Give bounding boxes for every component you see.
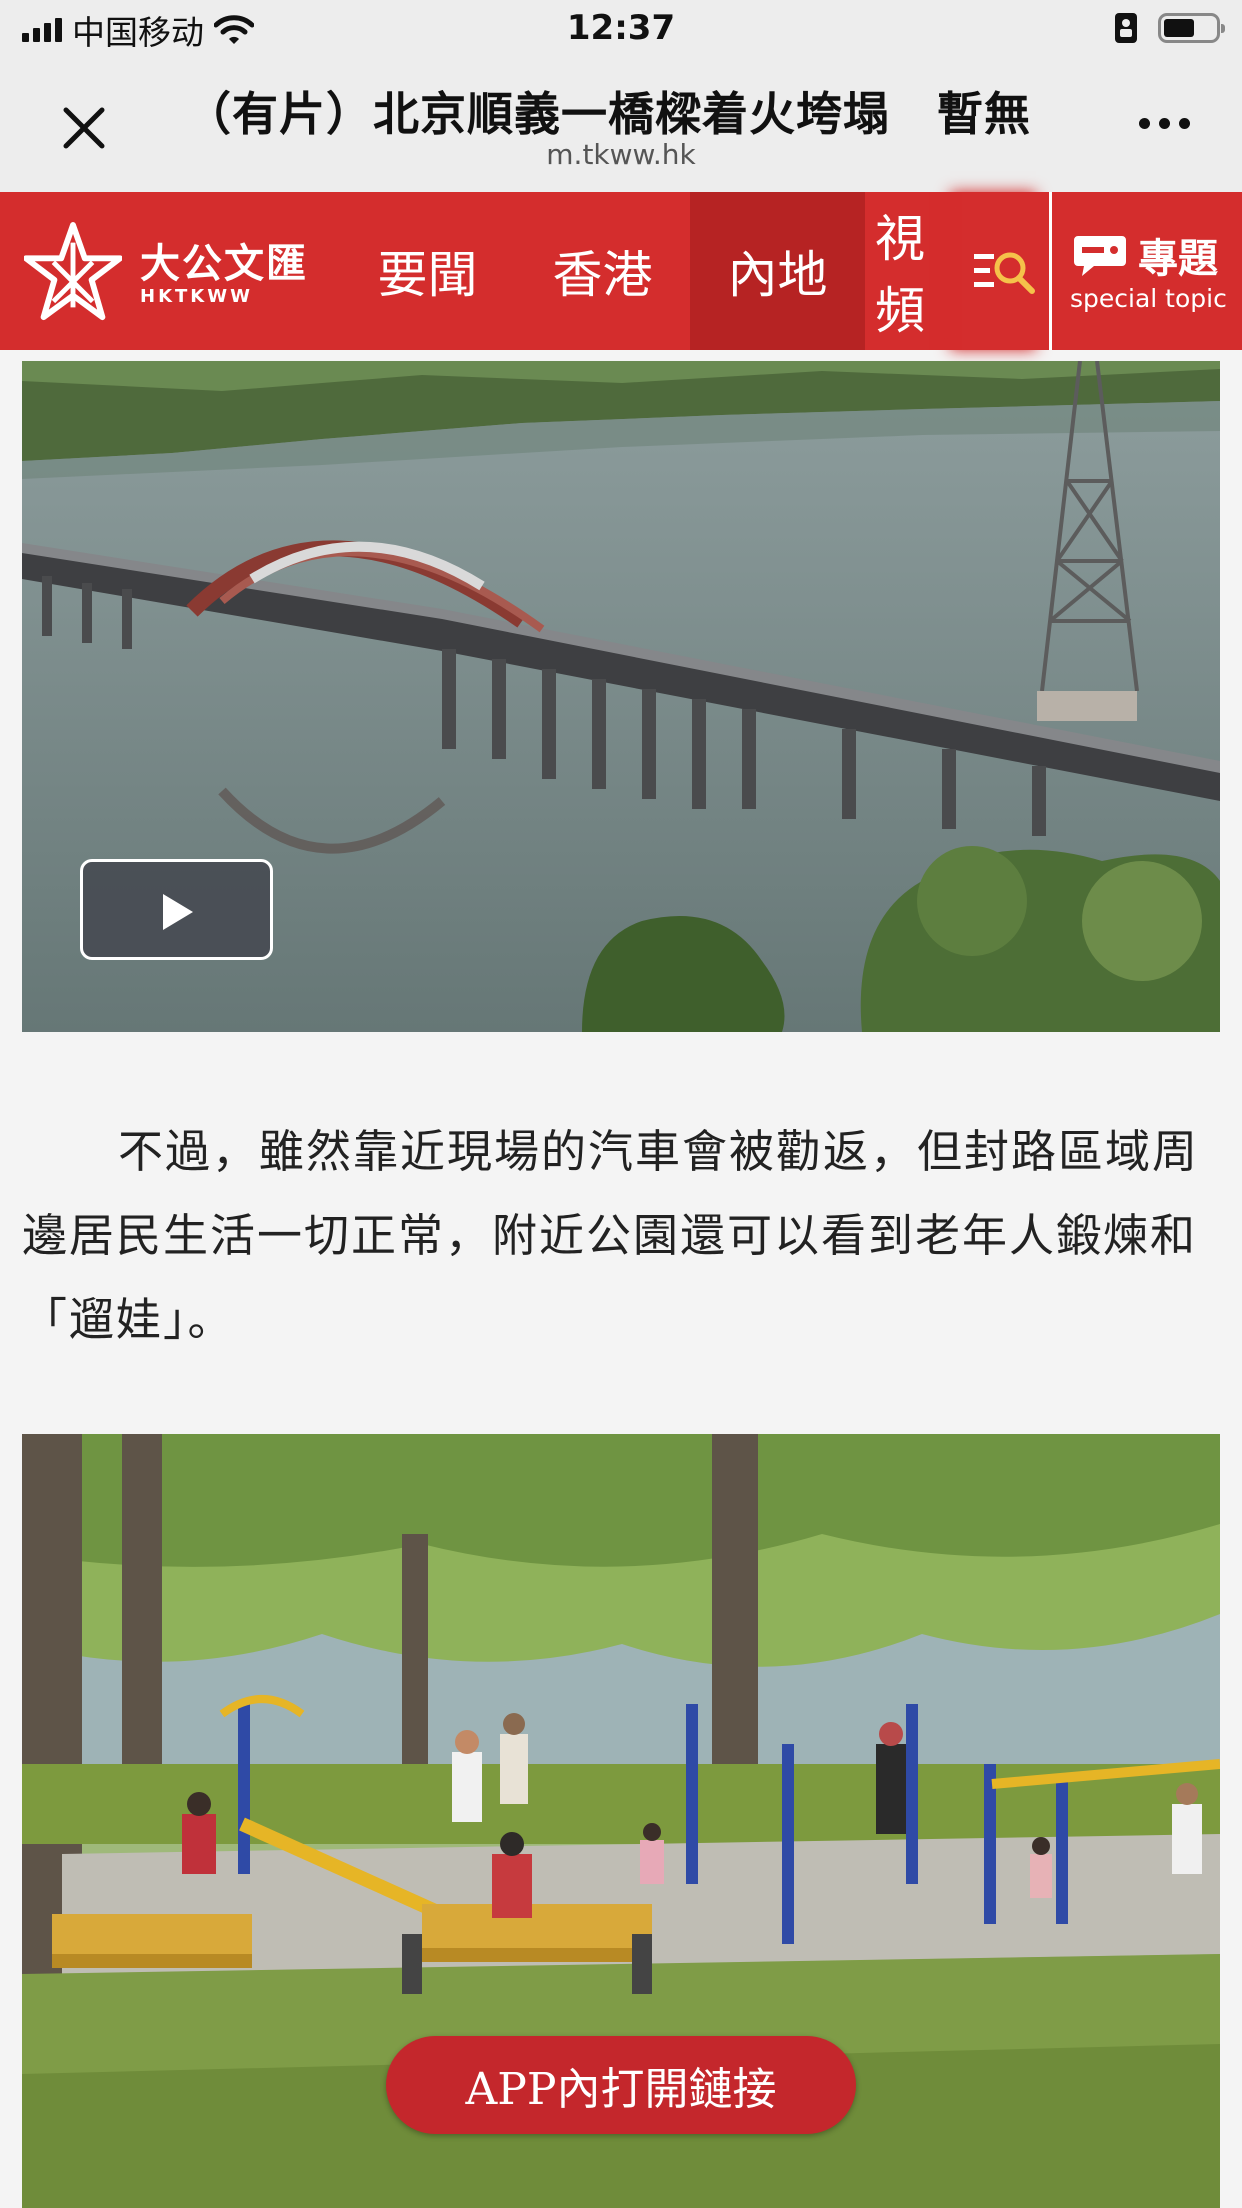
clock: 12:37 — [566, 8, 676, 48]
portrait-lock-icon — [1115, 13, 1137, 43]
article-paragraph: 不過，雖然靠近現場的汽車會被勸返，但封路區域周邊居民生活一切正常，附近公園還可以… — [22, 1125, 1200, 1346]
site-nav: 大公文匯 HKTKWW 要聞 香港 內地 視頻 專題 special topic — [0, 192, 1242, 350]
nav-item-video[interactable]: 視頻 — [865, 192, 945, 350]
special-topic-cn: 專題 — [1138, 236, 1218, 282]
browser-title-bar: （有片）北京順義一橋樑着火垮塌 暫無 m.tkww.hk — [0, 60, 1242, 192]
page-title: （有片）北京順義一橋樑着火垮塌 暫無 — [185, 87, 1031, 141]
open-in-app-button[interactable]: APP內打開鏈接 — [386, 2036, 856, 2134]
site-logo[interactable]: 大公文匯 HKTKWW — [24, 222, 308, 326]
nav-item-headlines[interactable]: 要聞 — [340, 192, 515, 350]
status-right — [1114, 12, 1225, 44]
special-topic-en: special topic — [1070, 284, 1227, 313]
bridge-video[interactable] — [22, 361, 1220, 1032]
more-icon[interactable] — [1139, 118, 1190, 129]
status-bar: 中国移动 12:37 — [0, 0, 1242, 60]
nav-item-mainland[interactable]: 內地 — [690, 192, 865, 350]
logo-cn: 大公文匯 — [140, 239, 308, 287]
play-icon — [163, 894, 193, 930]
page-url: m.tkww.hk — [546, 138, 696, 171]
special-topic-button[interactable]: 專題 special topic — [1052, 192, 1242, 350]
play-button[interactable] — [80, 859, 273, 960]
nav-item-hongkong[interactable]: 香港 — [515, 192, 690, 350]
star-logo-icon — [24, 222, 122, 321]
chat-bubble-icon — [1074, 236, 1126, 276]
battery-icon — [1158, 13, 1225, 43]
logo-en: HKTKWW — [140, 285, 253, 307]
search-icon[interactable] — [962, 192, 1048, 350]
nav-items: 要聞 香港 內地 視頻 — [340, 192, 945, 350]
page-title-container: （有片）北京順義一橋樑着火垮塌 暫無 — [185, 78, 1050, 142]
